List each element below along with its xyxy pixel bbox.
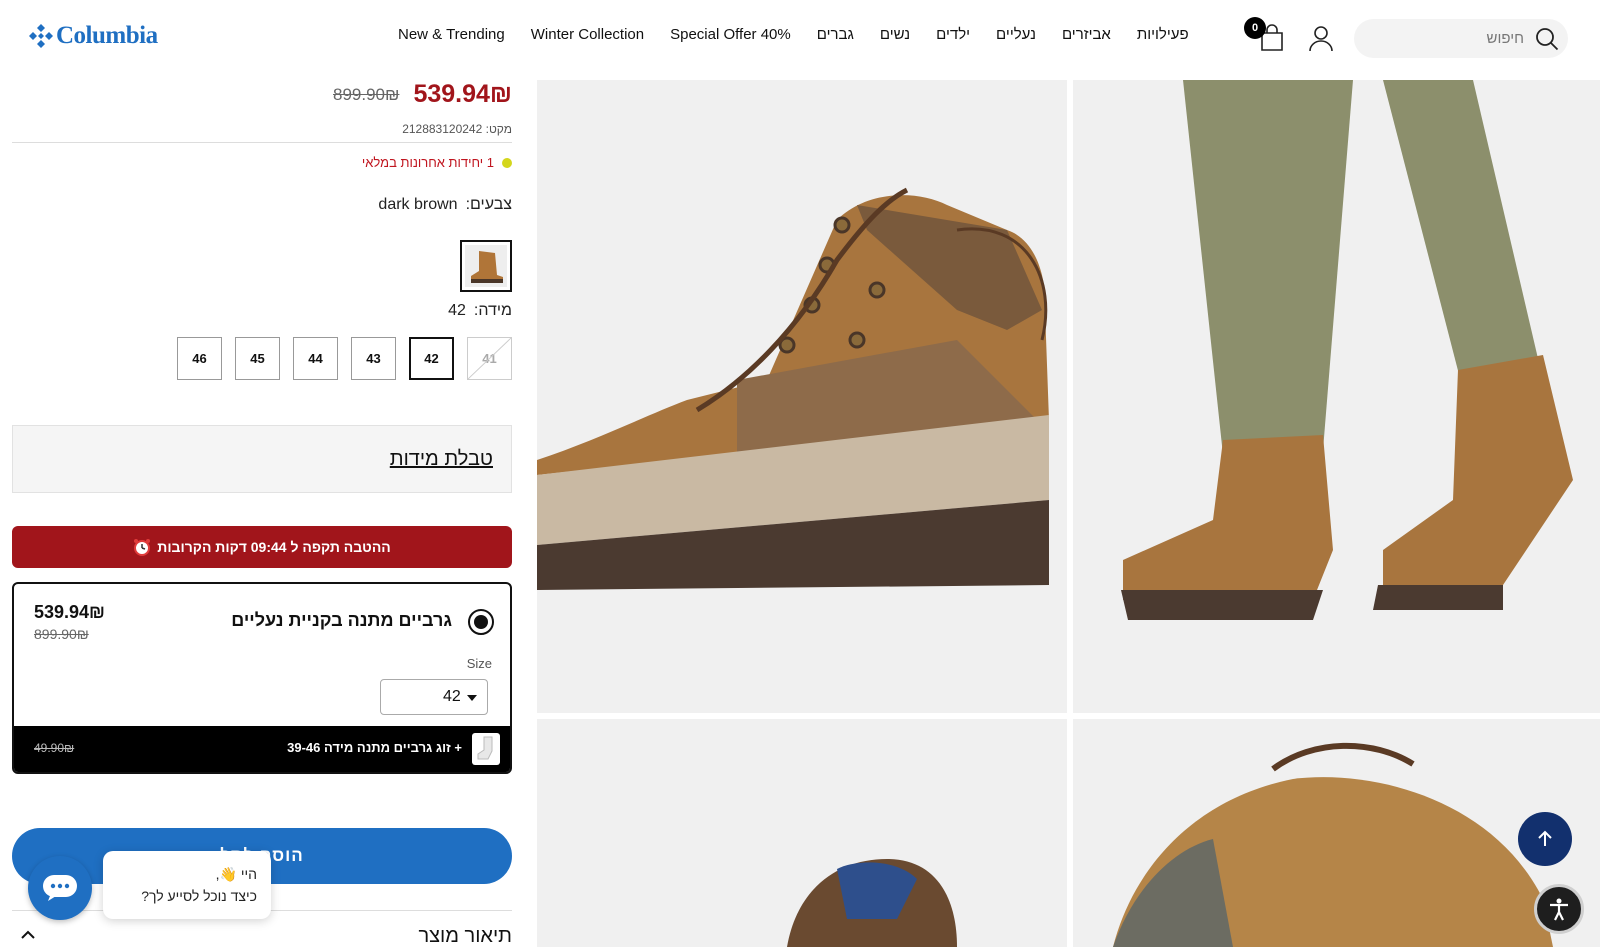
color-swatch-dark-brown[interactable] (460, 240, 512, 292)
size-option-44[interactable]: 44 (293, 337, 338, 380)
chat-greeting-popup[interactable]: היי 👋, כיצד נוכל לסייע לך? (103, 851, 271, 919)
sock-gift-label: + זוג גרביים מתנה מידה 39-46 (287, 740, 462, 755)
search-icon[interactable] (1535, 27, 1559, 56)
accessibility-icon (1550, 898, 1568, 921)
size-option-46[interactable]: 46 (177, 337, 222, 380)
chevron-up-icon[interactable] (20, 927, 36, 945)
product-image-top[interactable] (537, 719, 1067, 947)
nav-item-shoes[interactable]: נעליים (996, 26, 1036, 50)
sock-thumbnail (472, 733, 500, 765)
size-row: מידה: 42 (448, 302, 512, 320)
nav-item-winter-collection[interactable]: Winter Collection (531, 26, 644, 50)
boot-side-image (537, 80, 1067, 713)
chevron-down-icon (467, 695, 477, 701)
stock-status: 1 יחידות אחרונות במלאי (362, 155, 512, 170)
color-value: dark brown (378, 196, 458, 213)
nav-item-men[interactable]: גברים (817, 26, 854, 50)
site-header: Columbia פעילויות אביזרים נעליים ילדים נ… (0, 0, 1600, 80)
bundle-gift-row: + זוג גרביים מתנה מידה 39-46 49.90₪ (14, 726, 510, 772)
price-row: 539.94₪ 899.90₪ (333, 80, 512, 109)
color-row: צבעים: dark brown (378, 196, 512, 214)
nav-item-new-trending[interactable]: New & Trending (398, 26, 505, 50)
size-options: 41 42 43 44 45 46 (177, 337, 512, 380)
size-option-43[interactable]: 43 (351, 337, 396, 380)
color-label: צבעים: (465, 196, 512, 213)
columbia-logo[interactable]: Columbia (28, 22, 158, 50)
product-image-worn[interactable] (1073, 80, 1600, 713)
size-chart-link[interactable]: טבלת מידות (390, 448, 493, 471)
size-option-label: 45 (250, 351, 265, 366)
stock-text: 1 יחידות אחרונות במלאי (361, 155, 494, 170)
size-option-label: 42 (424, 351, 439, 366)
bundle-size-value: 42 (443, 688, 461, 705)
promo-text: ההטבה תקפה ל 09:44 דקות הקרובות (157, 539, 391, 555)
user-icon (1309, 26, 1333, 52)
sale-price: 539.94₪ (413, 80, 512, 108)
search-input[interactable] (1374, 19, 1524, 58)
size-option-label: 43 (366, 351, 381, 366)
logo-text: Columbia (56, 22, 158, 49)
search-box (1354, 19, 1568, 58)
size-option-label: 46 (192, 351, 207, 366)
size-option-label: 44 (308, 351, 323, 366)
nav-item-women[interactable]: נשים (880, 26, 910, 50)
cart-count-badge: 0 (1244, 17, 1266, 39)
nav-item-activities[interactable]: פעילויות (1137, 26, 1189, 50)
product-image-side[interactable] (537, 80, 1067, 713)
stock-indicator-icon (502, 157, 512, 168)
promo-timer-bar: ההטבה תקפה ל 09:44 דקות הקרובות (12, 526, 512, 568)
main-nav: פעילויות אביזרים נעליים ילדים נשים גברים… (398, 26, 1189, 50)
description-title[interactable]: תיאור מוצר (418, 925, 512, 947)
divider (12, 142, 512, 143)
bundle-price: 539.94₪ (34, 602, 105, 622)
nav-item-special-offer[interactable]: Special Offer 40% (670, 26, 791, 50)
bundle-radio[interactable] (468, 609, 494, 635)
sku-value: 212883120242 (402, 122, 483, 136)
back-to-top-button[interactable] (1518, 812, 1572, 866)
chat-icon (43, 875, 77, 901)
boot-top-image (537, 719, 1067, 947)
bundle-original-price: 899.90₪ (34, 626, 89, 642)
arrow-up-icon (1538, 830, 1552, 846)
size-chart-panel: טבלת מידות (12, 425, 512, 493)
size-option-41[interactable]: 41 (467, 337, 512, 380)
unavailable-strike (468, 338, 511, 379)
boots-worn-image (1073, 80, 1600, 713)
chat-button[interactable] (28, 856, 92, 920)
product-page: { "header": { "logo_text": "Columbia", "… (0, 0, 1600, 947)
original-price: 899.90₪ (333, 84, 400, 104)
sock-original-price: 49.90₪ (34, 741, 75, 755)
gift-bundle-offer[interactable]: גרביים מתנה בקניית נעליים 539.94₪ 899.90… (12, 582, 512, 774)
size-value: 42 (448, 302, 466, 319)
alarm-clock-icon (134, 539, 151, 556)
boot-thumbnail (465, 245, 507, 287)
sku-label: מקט: (485, 122, 512, 136)
chat-greeting-line2: כיצד נוכל לסייע לך? (141, 888, 257, 904)
bundle-title: גרביים מתנה בקניית נעליים (231, 610, 452, 630)
bundle-size-select[interactable]: 42 (380, 679, 488, 715)
size-option-45[interactable]: 45 (235, 337, 280, 380)
nav-item-accessories[interactable]: אביזרים (1062, 26, 1111, 50)
bundle-size-label: Size (466, 656, 492, 671)
nav-item-kids[interactable]: ילדים (936, 26, 970, 50)
chat-greeting-line1: היי 👋, (215, 866, 257, 882)
columbia-diamond-icon (29, 24, 53, 48)
account-button[interactable] (1307, 24, 1335, 57)
size-label: מידה: (473, 302, 512, 319)
sku: מקט: 212883120242 (402, 122, 512, 136)
accessibility-button[interactable] (1534, 884, 1584, 934)
size-option-42[interactable]: 42 (409, 337, 454, 380)
